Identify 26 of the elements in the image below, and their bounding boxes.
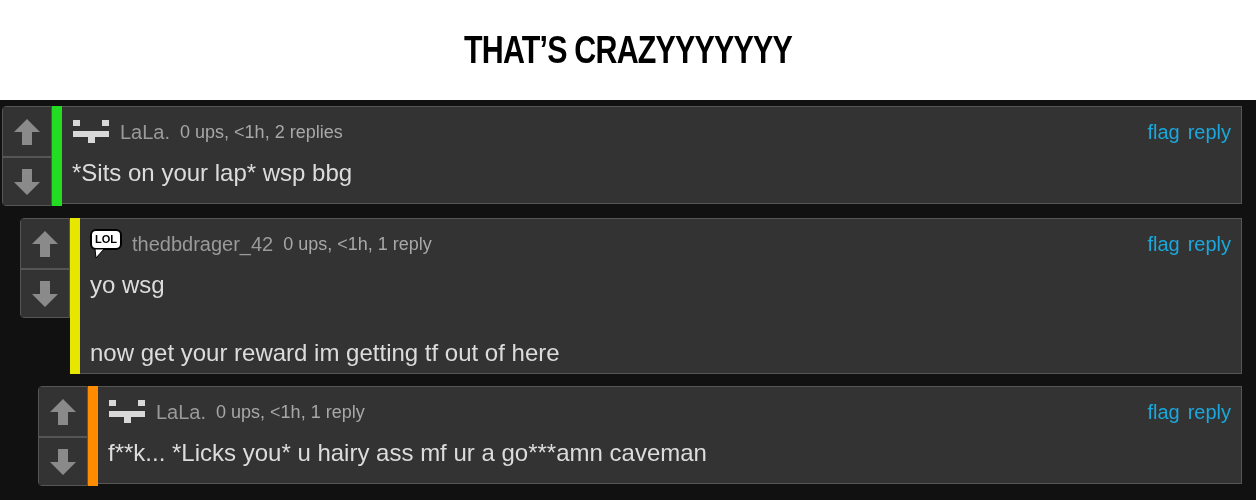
- up-arrow-icon: [48, 396, 78, 427]
- flag-link[interactable]: flag: [1147, 120, 1180, 144]
- username-link[interactable]: LaLa.: [156, 400, 207, 424]
- flag-link[interactable]: flag: [1147, 400, 1180, 424]
- comment-meta: 0 ups, <1h, 1 reply: [283, 233, 432, 255]
- comment-text: yo wsg: [90, 271, 166, 299]
- comment-text: now get your reward im getting tf out of here: [90, 339, 561, 367]
- meme-caption: THAT’S CRAZYYYYYYY: [464, 28, 792, 72]
- down-arrow-icon: [12, 166, 42, 197]
- username-link[interactable]: LaLa.: [120, 120, 171, 144]
- downvote-button[interactable]: [39, 436, 87, 485]
- username-link[interactable]: thedbdrager_42: [132, 232, 274, 256]
- up-arrow-icon: [12, 116, 42, 147]
- flag-link[interactable]: flag: [1147, 232, 1180, 256]
- downvote-button[interactable]: [3, 156, 51, 205]
- reply-link[interactable]: reply: [1187, 400, 1231, 424]
- up-arrow-icon: [30, 228, 60, 259]
- comment-text: f**k... *Licks you* u hairy ass mf ur a go***amn caveman: [108, 439, 708, 467]
- reply-link[interactable]: reply: [1187, 232, 1231, 256]
- comment-meta: 0 ups, <1h, 2 replies: [180, 121, 343, 143]
- comment-meta: 0 ups, <1h, 1 reply: [216, 401, 365, 423]
- reply-link[interactable]: reply: [1187, 120, 1231, 144]
- comment-text: *Sits on your lap* wsp bbg: [72, 159, 354, 187]
- down-arrow-icon: [30, 278, 60, 309]
- downvote-button[interactable]: [21, 268, 69, 317]
- down-arrow-icon: [48, 446, 78, 477]
